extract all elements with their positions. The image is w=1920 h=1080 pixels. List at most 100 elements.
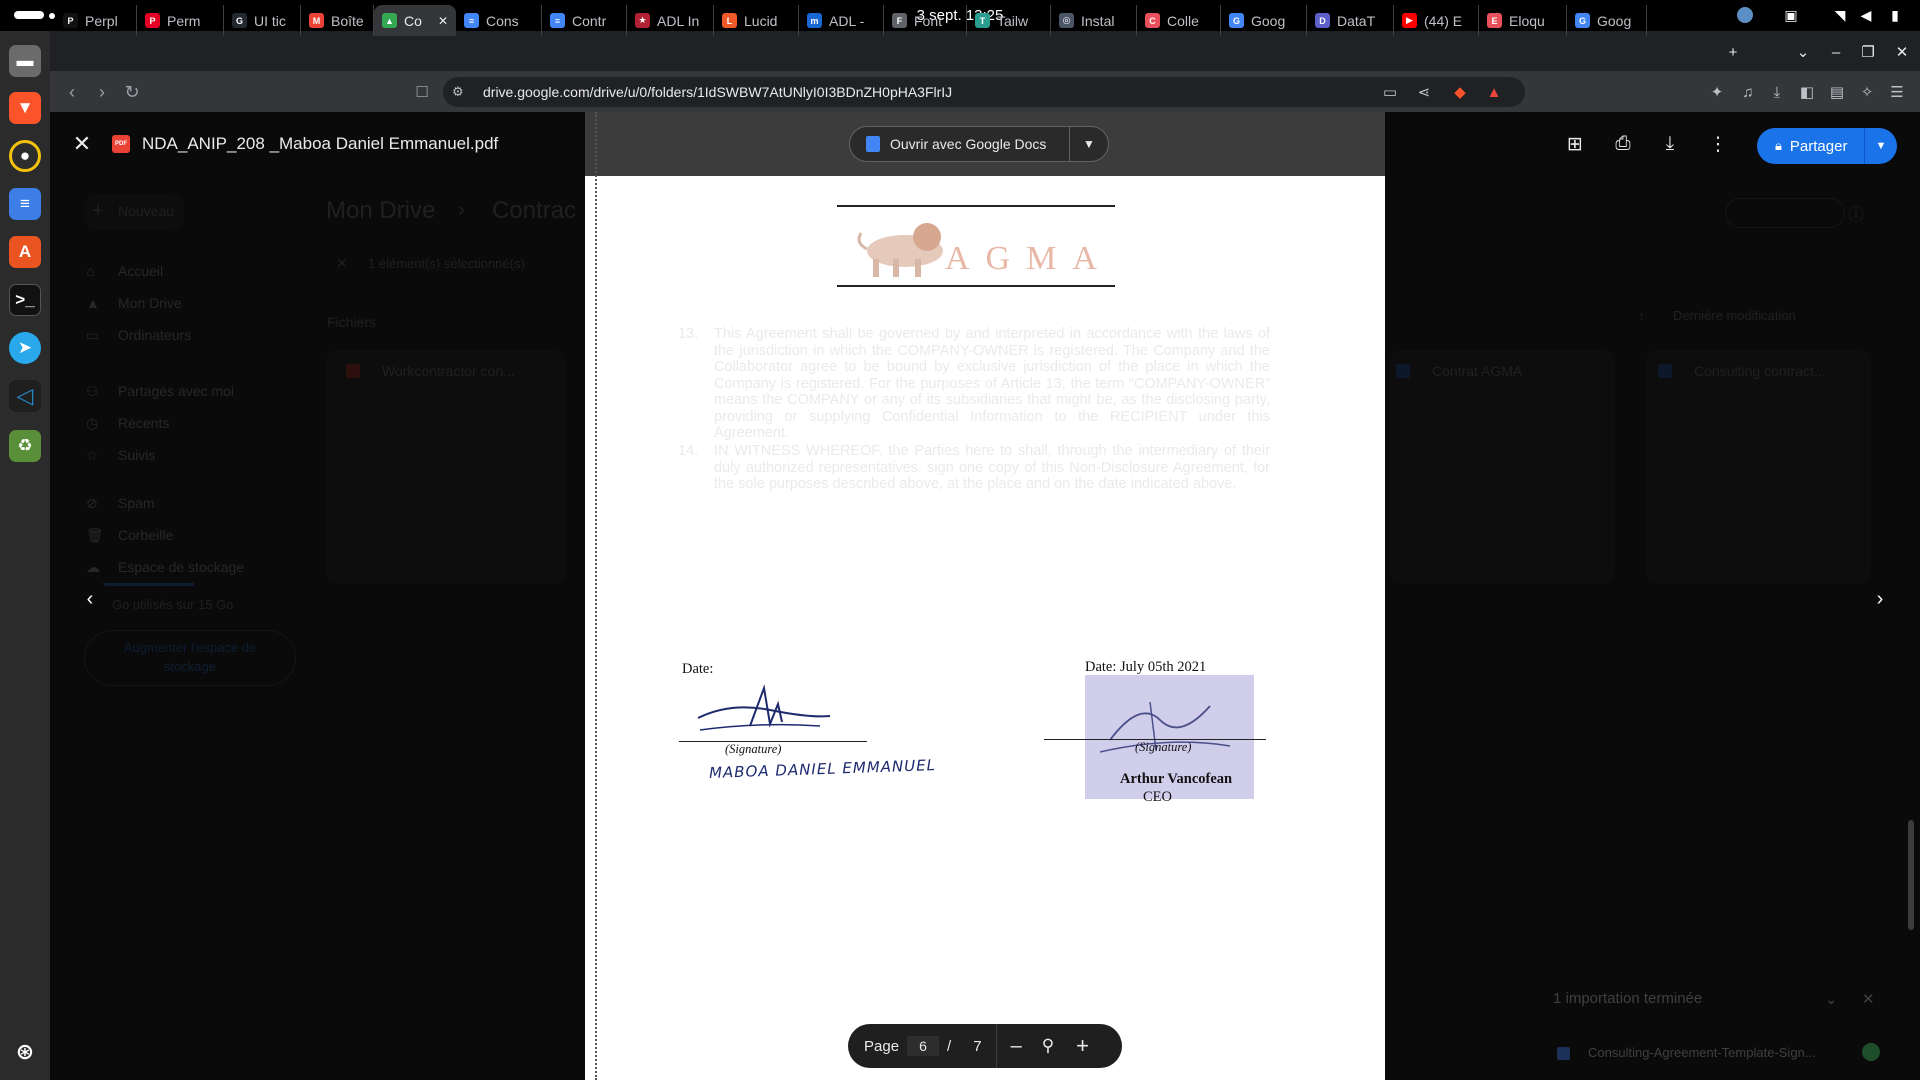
share-page-icon[interactable]: ⋖ <box>1413 81 1435 103</box>
software-center-icon[interactable]: A <box>9 236 41 268</box>
tab-label: Eloqu <box>1509 12 1545 29</box>
close-window-icon[interactable]: ✕ <box>1892 42 1912 62</box>
telegram-icon[interactable]: ➤ <box>9 332 41 364</box>
new-tab-icon[interactable]: + <box>1723 42 1743 62</box>
tab-favicon-icon: G <box>232 13 247 28</box>
trash-icon[interactable]: ♻ <box>9 430 41 462</box>
brave-shields-icon[interactable]: ◆ <box>1449 81 1471 103</box>
print-icon[interactable]: ⎙ <box>1611 132 1635 156</box>
brave-browser-icon[interactable]: ▼ <box>9 92 41 124</box>
screen-share-icon[interactable]: ▣ <box>1781 5 1801 25</box>
page-separator: / <box>947 1037 952 1055</box>
pdf-file-icon: PDF <box>112 135 130 153</box>
browser-tab[interactable]: C Colle <box>1137 5 1221 36</box>
browser-tab[interactable]: M Boîte <box>301 5 374 36</box>
browser-tab[interactable]: F Font <box>884 5 967 36</box>
media-icon[interactable]: ♫ <box>1737 81 1759 103</box>
browser-tab[interactable]: G UI tic <box>224 5 301 36</box>
tab-favicon-icon: L <box>722 13 737 28</box>
handwritten-signature-left <box>697 684 831 731</box>
close-tab-icon[interactable]: ✕ <box>438 14 448 28</box>
toast-collapse-icon: ⌄ <box>1825 991 1838 1008</box>
rhythmbox-icon[interactable]: ● <box>9 140 41 172</box>
browser-tab[interactable]: T Tailw <box>967 5 1051 36</box>
volume-icon[interactable]: ◀ <box>1856 5 1876 25</box>
open-with-docs-label: Ouvrir avec Google Docs <box>890 136 1047 152</box>
browser-tab[interactable]: ★ ADL In <box>627 5 714 36</box>
tab-favicon-icon: ≡ <box>464 13 479 28</box>
url-text[interactable]: drive.google.com/drive/u/0/folders/1IdSW… <box>483 84 952 100</box>
browser-tab[interactable]: E Eloqu <box>1479 5 1567 36</box>
downloads-icon[interactable]: ⤓ <box>1766 81 1788 103</box>
browser-tab[interactable]: ▶ (44) E <box>1394 5 1479 36</box>
zoom-icon[interactable]: ⚲ <box>1042 1036 1054 1056</box>
browser-tab[interactable]: ▲ Co ✕ <box>374 5 456 36</box>
vscode-icon[interactable]: ◁ <box>9 380 41 412</box>
battery-icon[interactable]: ▮ <box>1885 5 1905 25</box>
close-viewer-icon[interactable]: ✕ <box>71 131 93 156</box>
minimize-icon[interactable]: – <box>1826 42 1846 62</box>
tab-search-icon[interactable]: ⌄ <box>1793 42 1813 62</box>
lock-icon: 🔒︎ <box>1775 138 1782 153</box>
page-number-input[interactable] <box>907 1036 940 1056</box>
clause-text: This Agreement shall be governed by and … <box>714 326 1270 441</box>
menu-icon[interactable]: ☰ <box>1886 81 1908 103</box>
browser-tab[interactable]: P Perm <box>137 5 224 36</box>
open-with-docs-main[interactable]: Ouvrir avec Google Docs <box>850 127 1070 161</box>
more-actions-icon[interactable]: ⋮ <box>1706 132 1730 156</box>
tab-favicon-icon: P <box>145 13 160 28</box>
bookmark-icon[interactable]: ☐ <box>410 80 434 104</box>
forward-icon[interactable]: › <box>90 80 114 104</box>
wallet-icon[interactable]: ▤ <box>1826 81 1848 103</box>
previous-file-icon[interactable]: ‹ <box>70 579 110 619</box>
signatory-name: Arthur Vancofean <box>1120 771 1233 787</box>
restore-icon[interactable]: ❐ <box>1858 42 1878 62</box>
leo-ai-icon[interactable]: ✧ <box>1856 81 1878 103</box>
add-comment-icon[interactable]: ⊞ <box>1563 132 1587 156</box>
share-dropdown-icon[interactable]: ▼ <box>1865 140 1897 152</box>
pager-divider <box>995 1024 997 1068</box>
writer-app-icon[interactable]: ≡ <box>9 188 41 220</box>
files-app-icon[interactable]: ▬ <box>9 45 41 77</box>
sidebar-icon[interactable]: ◧ <box>1796 81 1818 103</box>
tab-label: Contr <box>572 12 607 29</box>
tab-label: ADL In <box>657 12 700 29</box>
user-avatar-icon[interactable] <box>1735 5 1755 25</box>
browser-tab[interactable]: L Lucid <box>714 5 799 36</box>
tab-label: Goog <box>1251 12 1286 29</box>
next-file-icon[interactable]: › <box>1860 579 1900 619</box>
viewer-scrollbar[interactable] <box>1908 820 1914 930</box>
tab-label: ADL - <box>829 12 865 29</box>
zoom-out-icon[interactable]: – <box>1011 1035 1022 1058</box>
browser-tab[interactable]: ≡ Cons <box>456 5 542 36</box>
browser-tab[interactable]: D DataT <box>1307 5 1394 36</box>
share-button[interactable]: 🔒︎ Partager ▼ <box>1757 128 1897 164</box>
brave-rewards-icon[interactable]: ▲ <box>1483 81 1505 103</box>
browser-tab[interactable]: G Goog <box>1221 5 1307 36</box>
wifi-icon[interactable]: ◥ <box>1830 5 1850 25</box>
extensions-icon[interactable]: ✦ <box>1706 81 1728 103</box>
page-navigation: Page / 7 – ⚲ + <box>848 1024 1122 1068</box>
share-label: Partager <box>1789 137 1848 155</box>
tab-label: DataT <box>1337 12 1376 29</box>
terminal-icon[interactable]: >_ <box>9 284 41 316</box>
browser-tab[interactable]: m ADL - <box>799 5 884 36</box>
site-info-icon[interactable]: ⚙ <box>452 84 464 100</box>
browser-tab[interactable]: P Perpl <box>55 5 137 36</box>
download-icon[interactable]: ⤓ <box>1658 132 1682 156</box>
open-with-docs-button[interactable]: Ouvrir avec Google Docs ▼ <box>849 126 1109 162</box>
tab-favicon-icon: F <box>892 13 907 28</box>
tab-label: Instal <box>1081 12 1115 29</box>
show-apps-icon[interactable]: ⊛ <box>9 1036 41 1068</box>
browser-tab[interactable]: G Goog <box>1567 5 1647 36</box>
browser-tab[interactable]: ≡ Contr <box>542 5 627 36</box>
reload-icon[interactable]: ↻ <box>120 80 144 104</box>
zoom-in-icon[interactable]: + <box>1076 1033 1089 1059</box>
signature-date-label: Date: <box>682 661 714 677</box>
back-icon[interactable]: ‹ <box>60 80 84 104</box>
share-main[interactable]: 🔒︎ Partager <box>1757 128 1865 164</box>
browser-tab[interactable]: ◎ Instal <box>1051 5 1137 36</box>
toast-file-name: Consulting-Agreement-Template-Sign... <box>1588 1045 1816 1060</box>
cast-icon[interactable]: ▭ <box>1379 81 1401 103</box>
open-with-dropdown-icon[interactable]: ▼ <box>1070 137 1108 151</box>
